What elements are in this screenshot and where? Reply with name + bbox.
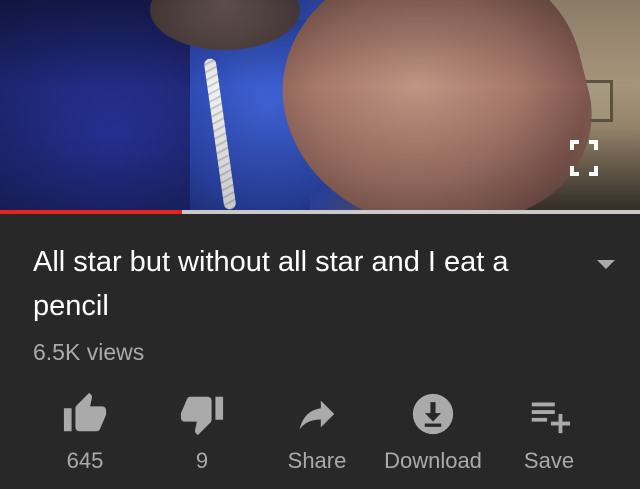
download-label: Download bbox=[384, 448, 482, 473]
video-progress-played bbox=[0, 210, 183, 214]
expand-description-button[interactable] bbox=[592, 254, 620, 274]
video-title: All star but without all star and I eat … bbox=[33, 246, 509, 322]
thumbs-up-icon bbox=[63, 392, 107, 432]
share-label: Share bbox=[287, 448, 347, 473]
dislike-count: 9 bbox=[195, 448, 209, 473]
fullscreen-icon bbox=[570, 140, 598, 176]
thumbs-down-icon bbox=[180, 396, 224, 436]
playlist-add-icon bbox=[531, 402, 571, 434]
share-icon bbox=[299, 400, 335, 430]
save-button[interactable]: Save bbox=[489, 390, 609, 485]
dislike-button[interactable]: 9 bbox=[142, 390, 262, 485]
like-button[interactable]: 645 bbox=[25, 390, 145, 485]
action-bar: 645 9 Share Download Save bbox=[0, 390, 640, 489]
view-count: 6.5K views bbox=[33, 339, 145, 365]
like-count: 645 bbox=[66, 448, 104, 473]
share-button[interactable]: Share bbox=[257, 390, 377, 485]
video-progress-bar[interactable] bbox=[0, 210, 640, 214]
video-player[interactable] bbox=[0, 0, 640, 214]
video-shade bbox=[0, 0, 640, 214]
download-button[interactable]: Download bbox=[373, 390, 493, 485]
fullscreen-button[interactable] bbox=[562, 134, 606, 182]
save-label: Save bbox=[523, 448, 575, 473]
chevron-down-icon bbox=[597, 260, 615, 269]
download-icon bbox=[412, 393, 454, 435]
